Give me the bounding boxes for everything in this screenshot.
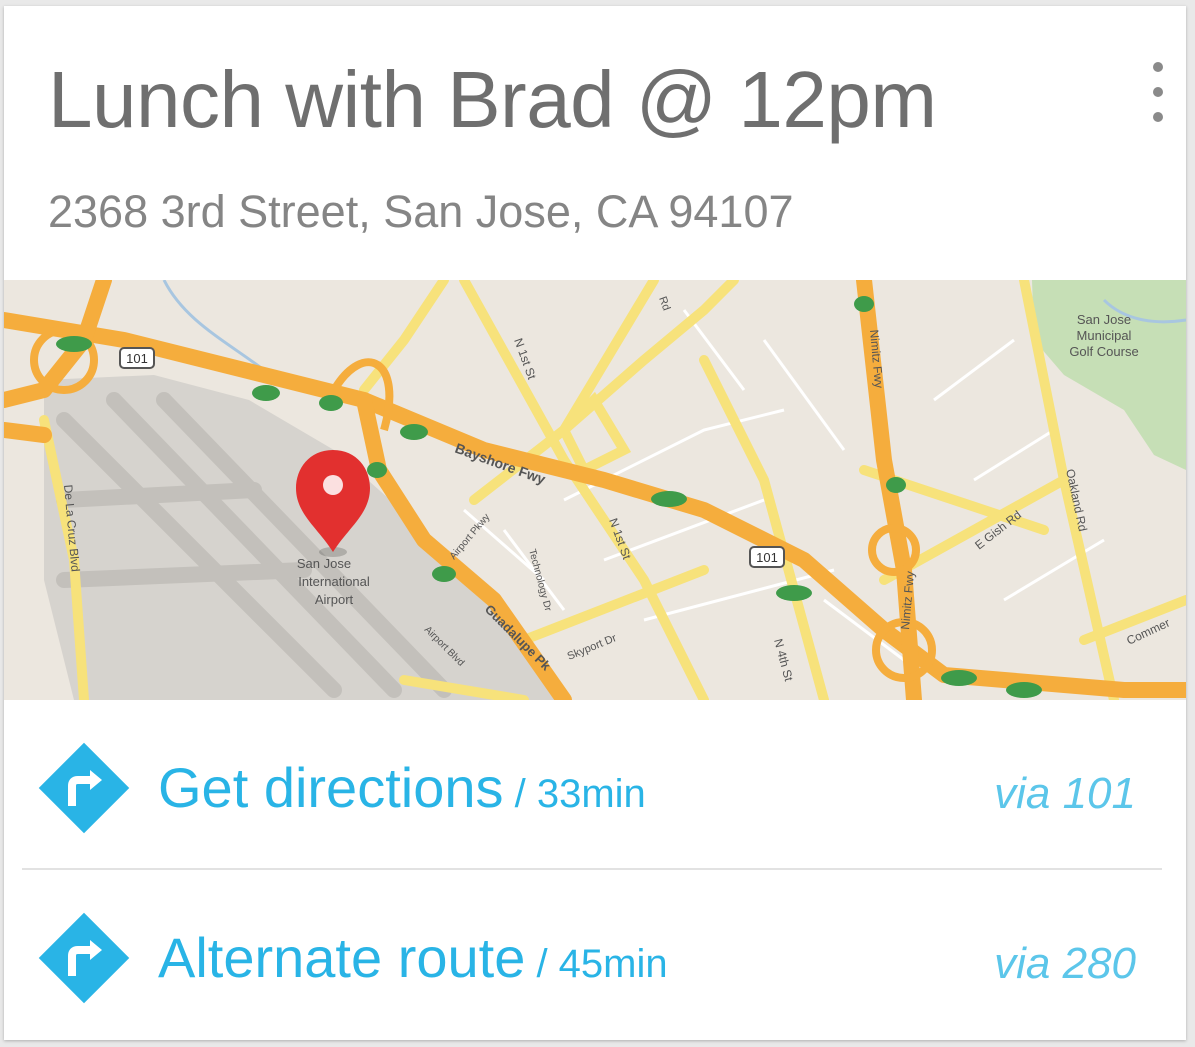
route-duration: / 33min (503, 772, 646, 816)
directions-turn-right-icon (38, 742, 130, 834)
get-directions-link[interactable]: Get directions / 33min (158, 754, 646, 828)
golf-label-1: San Jose (1077, 312, 1131, 327)
airport-label-3: Airport (315, 592, 354, 607)
event-card: Lunch with Brad @ 12pm 2368 3rd Street, … (4, 6, 1186, 1040)
route-map[interactable]: 101 101 San Jose Municipal Golf Course S… (4, 280, 1186, 700)
route-duration: / 45min (525, 942, 668, 986)
shield-101: 101 (126, 351, 148, 366)
route-label: Alternate route (158, 926, 526, 989)
airport-label-1: San Jose (297, 556, 351, 571)
more-vert-icon[interactable] (1140, 58, 1176, 126)
menu-dot (1153, 112, 1163, 122)
route-label: Get directions (158, 756, 504, 819)
route-via: via 101 (994, 769, 1136, 818)
shield-101b: 101 (756, 550, 778, 565)
card-header: Lunch with Brad @ 12pm 2368 3rd Street, … (4, 6, 1186, 278)
event-address: 2368 3rd Street, San Jose, CA 94107 (48, 186, 794, 237)
menu-dot (1153, 87, 1163, 97)
golf-label-2: Municipal (1077, 328, 1132, 343)
alternate-route-link[interactable]: Alternate route / 45min (158, 924, 668, 998)
airport-label-2: International (298, 574, 370, 589)
route-divider (22, 868, 1162, 870)
menu-dot (1153, 62, 1163, 72)
route-via: via 280 (994, 939, 1136, 988)
alternate-route-row[interactable]: Alternate route / 45min via 280 (4, 880, 1186, 1040)
golf-label-3: Golf Course (1069, 344, 1138, 359)
event-title: Lunch with Brad @ 12pm (48, 55, 937, 144)
map-canvas: 101 101 San Jose Municipal Golf Course S… (4, 280, 1186, 700)
directions-turn-right-icon (38, 912, 130, 1004)
get-directions-row[interactable]: Get directions / 33min via 101 (4, 710, 1186, 870)
